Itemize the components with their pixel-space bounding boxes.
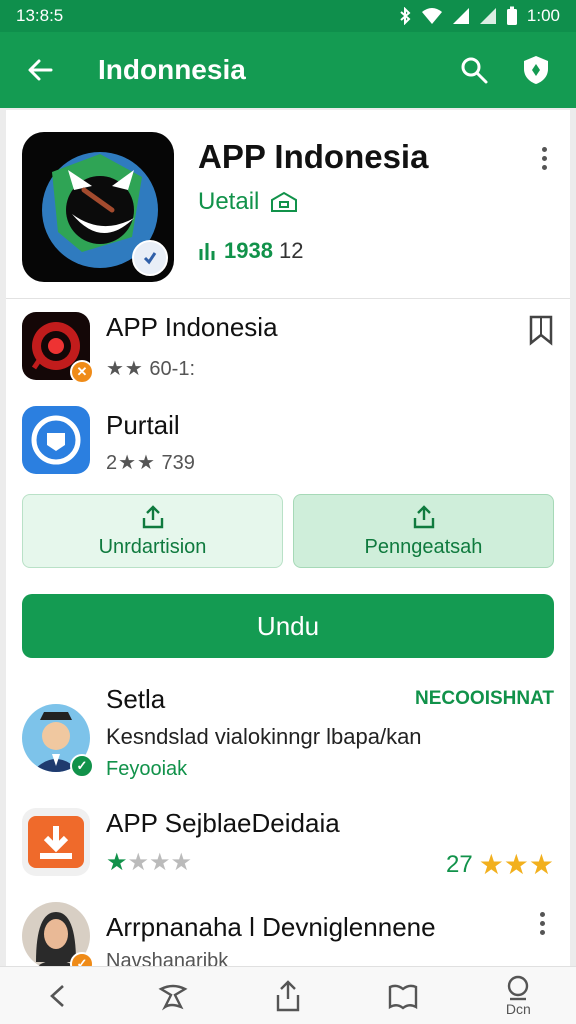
score: 27 ★★★ (446, 848, 554, 881)
share-icon (276, 979, 300, 1011)
list-item[interactable]: ✓ Setla NECOOISHNAT Kesndslad vialokinng… (22, 684, 554, 780)
install-button[interactable]: Undu (22, 594, 554, 658)
wifi-icon (421, 7, 443, 25)
review-body: Kesndslad vialokinngr lbapa/kan (106, 724, 422, 749)
more-options-icon[interactable] (532, 140, 556, 176)
share-button-right-label: Penngeatsah (364, 535, 483, 558)
app-developer[interactable]: Uetail (198, 188, 299, 216)
back-arrow-icon (28, 59, 53, 81)
battery-icon (506, 6, 518, 26)
download-stats-icon (199, 243, 215, 260)
list-item[interactable]: Purtail 2★★ 739 (22, 406, 554, 476)
store-icon (271, 191, 298, 212)
download-count: 1938 12 (198, 238, 303, 264)
back-button[interactable] (18, 48, 62, 92)
app-icon-hero[interactable] (22, 132, 174, 282)
list-item[interactable]: APP SejblaeDeidaia ★★★★ 27 ★★★ (22, 802, 554, 886)
rating-stars: ★★ (106, 358, 144, 380)
home-icon (158, 984, 188, 1010)
review-title: Setla (106, 684, 166, 714)
app-row-meta: 2★★ 739 (106, 450, 195, 475)
rating-value: 60-1: (149, 358, 196, 380)
search-button[interactable] (452, 48, 496, 92)
review-title: Arrpnanaha l Devniglennene (106, 912, 436, 942)
divider (6, 298, 570, 299)
app-row-title: Purtail (106, 410, 180, 440)
review-sub: Feyooiak (106, 758, 188, 780)
rating-stars: 2★★ (106, 452, 156, 474)
nav-account[interactable]: Dcn (488, 969, 548, 1023)
book-icon (388, 984, 418, 1010)
profile-icon (508, 975, 529, 1000)
app-row-meta: ★★ 60-1: (106, 356, 195, 381)
signal-icon-2 (479, 7, 497, 25)
badge-icon: ✓ (70, 952, 94, 966)
nav-share[interactable] (258, 969, 318, 1023)
app-bar: Indonnesia (0, 32, 576, 108)
shield-icon (524, 56, 548, 84)
more-options-icon[interactable] (530, 912, 554, 948)
review-tag: NECOOISHNAT (415, 688, 554, 709)
share-icon (142, 504, 163, 528)
rating-stars-empty: ★★★ (127, 849, 193, 876)
review-rating: ★★★★ (106, 848, 192, 877)
search-icon (461, 57, 488, 84)
shield-button[interactable] (514, 48, 558, 92)
page-title: Indonnesia (98, 54, 246, 85)
app-icon-chat (22, 406, 90, 474)
content-sheet: APP Indonesia Uetail 1938 12 ✕ APP Indon… (6, 110, 570, 966)
rating-stars-filled: ★ (106, 849, 128, 876)
status-bar: 13:8:5 1:00 (0, 0, 576, 32)
download-suffix: 12 (278, 238, 304, 263)
signal-icon (452, 7, 470, 25)
share-button-left-label: Unrdartision (98, 535, 207, 558)
rating-value: 739 (161, 452, 195, 474)
score-value: 27 (445, 850, 473, 878)
verified-badge-icon (132, 240, 168, 276)
app-row-title: APP Indonesia (106, 312, 278, 342)
score-stars: ★★★ (478, 849, 554, 880)
developer-label: Uetail (198, 188, 260, 215)
back-icon (49, 984, 64, 1007)
list-item[interactable]: ✕ APP Indonesia ★★ 60-1: (22, 312, 554, 384)
action-button-pair: Unrdartision Penngeatsah (22, 494, 554, 568)
share-icon (413, 504, 434, 528)
bluetooth-icon (398, 7, 412, 25)
list-item[interactable]: ✓ Arrpnanaha l Devniglennene Navshanarib… (22, 900, 554, 966)
share-button-left[interactable]: Unrdartision (22, 494, 283, 568)
nav-account-label: Dcn (505, 1000, 531, 1017)
status-time: 13:8:5 (16, 6, 64, 25)
nav-library[interactable] (373, 969, 433, 1023)
badge-icon: ✕ (70, 360, 94, 384)
app-title: APP Indonesia (198, 138, 429, 175)
verified-check-icon: ✓ (70, 754, 94, 778)
download-number: 1938 (224, 238, 273, 263)
status-clock: 1:00 (526, 6, 560, 25)
review-sub: Navshanaribk (106, 950, 229, 966)
share-button-right[interactable]: Penngeatsah (293, 494, 554, 568)
bookmark-icon[interactable] (528, 314, 554, 346)
nav-back[interactable] (28, 969, 88, 1023)
app-icon-download (22, 808, 90, 876)
nav-home[interactable] (143, 969, 203, 1023)
bottom-navigation: Dcn (0, 966, 576, 1024)
review-title: APP SejblaeDeidaia (106, 808, 340, 838)
